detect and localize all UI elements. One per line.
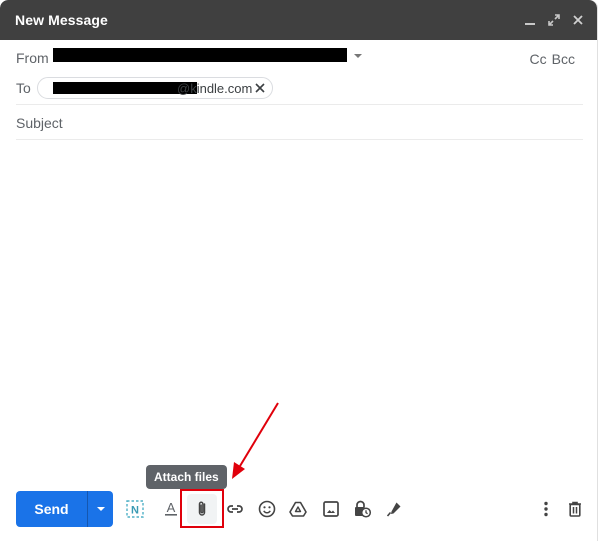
insert-emoji-icon xyxy=(258,500,276,518)
attach-files-icon xyxy=(198,501,206,516)
message-body[interactable] xyxy=(16,146,583,476)
attach-files-tooltip: Attach files xyxy=(146,465,227,489)
subject-input[interactable] xyxy=(16,115,583,131)
recipient-chip[interactable]: @kindle.com xyxy=(37,77,273,99)
insert-link-button[interactable] xyxy=(222,496,248,522)
from-address-redacted[interactable] xyxy=(53,48,347,62)
bcc-link[interactable]: Bcc xyxy=(552,51,575,67)
cc-bcc-links: Cc Bcc xyxy=(530,51,575,67)
subject-row xyxy=(16,115,583,135)
minimize-button[interactable] xyxy=(521,10,539,30)
discard-draft-button[interactable] xyxy=(562,496,588,522)
insert-photo-icon xyxy=(323,501,339,517)
cc-link[interactable]: Cc xyxy=(530,51,547,67)
from-dropdown-caret-icon[interactable] xyxy=(354,54,362,58)
recipient-name-redacted xyxy=(53,82,197,94)
google-drive-icon xyxy=(289,501,307,517)
insert-link-icon xyxy=(227,505,243,513)
insert-emoji-button[interactable] xyxy=(254,496,280,522)
to-label: To xyxy=(16,80,31,96)
insert-signature-button[interactable] xyxy=(381,496,407,522)
formatting-options-button[interactable]: A xyxy=(158,496,184,522)
close-button[interactable] xyxy=(569,10,587,30)
discard-draft-icon xyxy=(569,501,581,517)
fullscreen-icon xyxy=(548,14,560,26)
extension-button[interactable]: N xyxy=(122,496,148,522)
send-button[interactable]: Send xyxy=(16,491,88,527)
close-icon xyxy=(573,15,583,25)
formatting-options-icon: A xyxy=(165,500,177,516)
minimize-icon xyxy=(525,23,535,25)
confidential-mode-button[interactable] xyxy=(349,496,375,522)
divider xyxy=(16,104,583,105)
send-button-group: Send xyxy=(16,491,113,527)
more-options-button[interactable] xyxy=(533,496,559,522)
svg-text:N: N xyxy=(131,505,139,517)
google-drive-button[interactable] xyxy=(285,496,311,522)
confidential-mode-icon xyxy=(355,500,372,518)
compose-titlebar[interactable]: New Message xyxy=(0,0,597,40)
divider xyxy=(16,139,583,140)
to-row[interactable]: To @kindle.com xyxy=(16,76,583,100)
notion-extension-icon: N xyxy=(126,500,144,518)
window-controls xyxy=(521,10,587,30)
insert-photo-button[interactable] xyxy=(318,496,344,522)
recipient-email-suffix: @kindle.com xyxy=(177,81,253,96)
compose-title: New Message xyxy=(15,12,108,28)
svg-text:A: A xyxy=(167,500,176,515)
insert-signature-icon xyxy=(386,502,401,517)
remove-recipient-icon[interactable] xyxy=(253,81,267,95)
fullscreen-button[interactable] xyxy=(545,10,563,30)
dropdown-caret-icon xyxy=(96,507,105,511)
more-options-icon xyxy=(544,501,548,517)
compose-window: New Message From Cc Bcc To @kindle.com S… xyxy=(0,0,598,541)
from-label: From xyxy=(16,50,49,66)
attach-files-button[interactable] xyxy=(187,494,217,524)
from-row: From Cc Bcc xyxy=(16,48,583,68)
send-options-button[interactable] xyxy=(88,491,113,527)
